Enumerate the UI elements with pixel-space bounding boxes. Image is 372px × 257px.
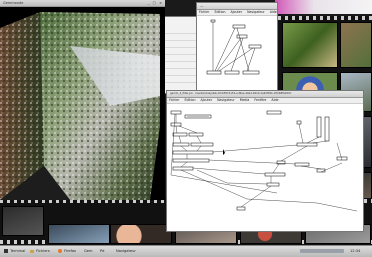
taskbar-label: Terminal [10,249,26,253]
menu-item[interactable]: Fichier [199,10,209,14]
menu-item[interactable]: Fenêtre [254,98,266,102]
taskbar-item[interactable]: Navigateur [116,247,136,255]
small-patch-canvas[interactable] [197,15,277,94]
taskbar-label: Fichiers [36,249,50,253]
taskbar: Terminal Fichiers Firefox Gem Pd Navigat… [0,245,372,257]
file-list [163,27,197,87]
terminal-icon [4,249,8,253]
gem-render-canvas[interactable] [0,6,165,200]
tray-bar [300,249,344,253]
pd-small-patch-window[interactable]: — Fichier Édition Ajouter Navigateur Aid… [196,2,278,94]
menu-item[interactable]: Édition [214,10,225,14]
small-patch-titlebar[interactable]: — [197,3,277,10]
background-top-strip [275,0,372,14]
taskbar-label: Navigateur [116,249,136,253]
browser-icon [58,249,62,253]
video-frame [2,206,44,236]
video-frame [110,224,172,244]
menu-item[interactable]: Fichier [169,98,179,102]
clock[interactable]: 12:34 [350,247,360,255]
gem-window-title: Gemmonde [3,1,24,5]
pd-main-patch-window[interactable]: gemm_4_filter.pd - /media/cblaj/disk-DCC… [166,90,364,232]
menu-item[interactable]: Aide [270,10,277,14]
taskbar-item[interactable]: Firefox [58,247,76,255]
menu-item[interactable]: Ajouter [200,98,212,102]
file-browser-window[interactable] [160,16,200,94]
main-patch-canvas[interactable] [167,103,363,231]
window-buttons[interactable]: _ □ × [148,1,163,5]
menu-item[interactable]: Aide [271,98,278,102]
taskbar-item[interactable]: Terminal [4,247,25,255]
taskbar-label: Gem [84,249,93,253]
menu-item[interactable]: Media [240,98,250,102]
menu-item[interactable]: Édition [184,98,195,102]
menu-item[interactable]: Navigateur [217,98,235,102]
gem-video-window[interactable]: Gemmonde _ □ × [0,0,165,200]
video-frame [340,22,372,68]
taskbar-label: Pd [100,249,105,253]
main-patch-titlebar[interactable]: gemm_4_filter.pd - /media/cblaj/disk-DCC… [167,91,363,98]
video-frame [48,224,110,244]
video-frame [282,22,338,68]
taskbar-item[interactable]: Fichiers [30,247,50,255]
small-patch-title: — [200,4,204,8]
taskbar-label: Firefox [64,249,77,253]
menu-item[interactable]: Ajouter [230,10,242,14]
taskbar-item[interactable]: Pd [100,247,104,255]
taskbar-item[interactable]: Gem [84,247,93,255]
menu-item[interactable]: Navigateur [247,10,265,14]
main-patch-title: gemm_4_filter.pd - /media/cblaj/disk-DCC… [170,92,292,95]
folder-icon [30,249,34,253]
